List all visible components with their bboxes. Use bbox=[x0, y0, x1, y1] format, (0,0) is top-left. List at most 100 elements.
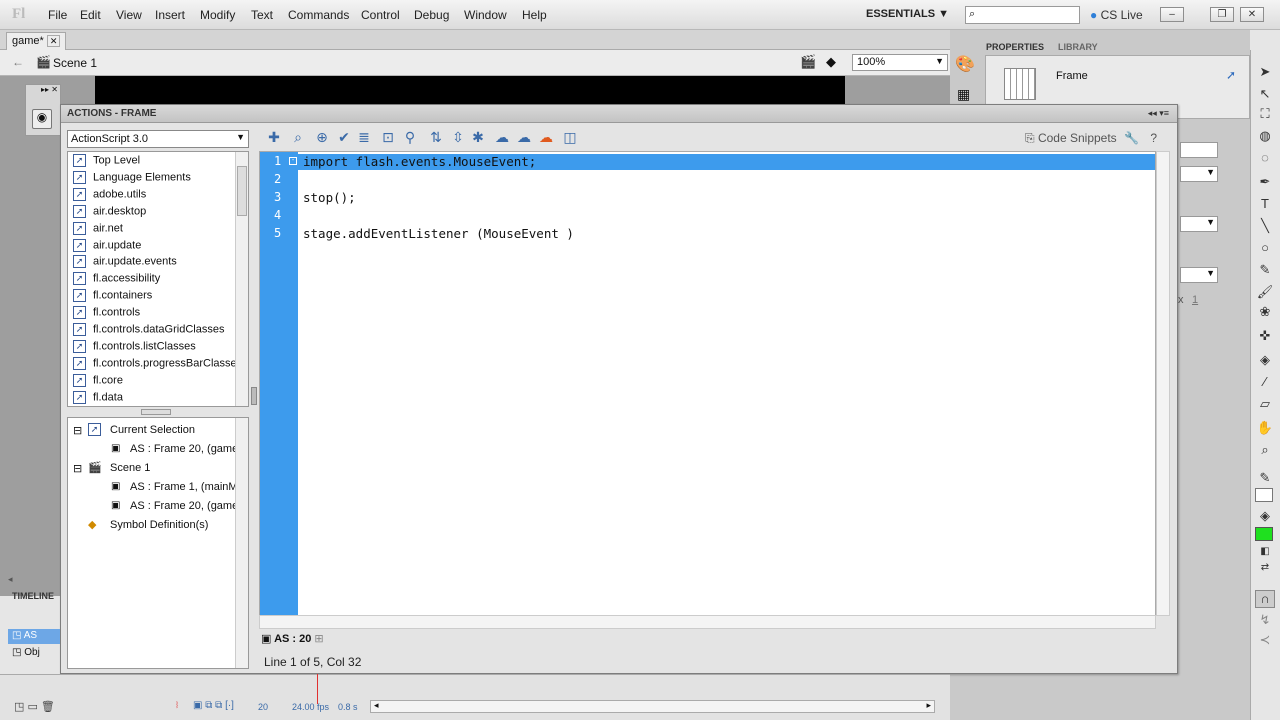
scroll-left-icon[interactable]: ◂ bbox=[8, 574, 13, 585]
pencil-tool-icon[interactable]: ✎ bbox=[1255, 262, 1275, 280]
toolbox-item[interactable]: ➚ air.net bbox=[73, 221, 123, 238]
layer-as[interactable]: ◳ AS bbox=[8, 629, 60, 644]
motion-editor-icon[interactable]: 🎨 bbox=[955, 54, 975, 74]
help-icon[interactable]: ? bbox=[1150, 131, 1157, 145]
nav-scene[interactable]: Scene 1 bbox=[110, 462, 150, 474]
pane-splitter[interactable] bbox=[141, 409, 171, 415]
paint-bucket-icon[interactable]: ◈ bbox=[1255, 352, 1275, 370]
collapse-selection-icon[interactable]: ⇳ bbox=[450, 129, 466, 145]
fill-color-swatch[interactable] bbox=[1255, 527, 1273, 541]
panel-collapse-handle[interactable] bbox=[251, 387, 257, 405]
scene-breadcrumb[interactable]: Scene 1 bbox=[53, 56, 97, 70]
layer-controls[interactable]: ◳ ▭ 🗑 bbox=[14, 700, 55, 713]
tab-properties[interactable]: PROPERTIES bbox=[986, 42, 1044, 52]
toolbox-item[interactable]: ➚ fl.controls bbox=[73, 306, 140, 322]
stroke-color-swatch[interactable] bbox=[1255, 488, 1273, 502]
property-field[interactable] bbox=[1180, 142, 1218, 158]
code-line[interactable]: stage.addEventListener (MouseEvent ) bbox=[303, 226, 574, 241]
line-tool-icon[interactable]: ╲ bbox=[1255, 218, 1275, 236]
menu-text[interactable]: Text bbox=[251, 8, 273, 22]
code-snippets-button[interactable]: ⎘ Code Snippets 🔧 ? bbox=[1025, 131, 1157, 146]
toolbox-item[interactable]: ➚ fl.accessibility bbox=[73, 272, 160, 288]
toolbox-scrollbar[interactable] bbox=[235, 152, 248, 406]
menu-control[interactable]: Control bbox=[361, 8, 400, 22]
toolbox-item[interactable]: ➚ air.update bbox=[73, 238, 141, 255]
editor-vertical-scrollbar[interactable] bbox=[1156, 151, 1170, 616]
swap-colors-icon[interactable]: ⇄ bbox=[1255, 562, 1275, 580]
pin-script-icon[interactable]: ⊞ bbox=[314, 633, 323, 645]
bone-tool-icon[interactable]: ✜ bbox=[1255, 328, 1275, 346]
grid-icon[interactable]: ▦ bbox=[957, 86, 970, 103]
actions-title-bar[interactable]: ACTIONS - FRAME ◂◂ ▾≡ bbox=[61, 105, 1177, 123]
transform-tool-icon[interactable]: ⛶ bbox=[1255, 106, 1275, 124]
property-dropdown[interactable]: ▼ bbox=[1180, 216, 1218, 232]
menu-view[interactable]: View bbox=[116, 8, 142, 22]
stroke-color-icon[interactable]: ✎ bbox=[1255, 470, 1275, 488]
toolbox-item[interactable]: ➚ fl.data bbox=[73, 390, 123, 406]
straighten-icon[interactable]: ≺ bbox=[1255, 632, 1275, 650]
back-arrow-icon[interactable]: ← bbox=[12, 55, 24, 69]
playhead[interactable] bbox=[317, 674, 318, 704]
nav-symbol-definitions[interactable]: Symbol Definition(s) bbox=[110, 519, 208, 531]
menu-debug[interactable]: Debug bbox=[414, 8, 449, 22]
tree-toggle-icon[interactable]: ⊟ bbox=[73, 462, 82, 475]
toolbox-item[interactable]: ➚ air.update.events bbox=[73, 255, 177, 271]
toolbox-item[interactable]: ➚ fl.controls.listClasses bbox=[73, 339, 196, 356]
editor-horizontal-scrollbar[interactable] bbox=[259, 615, 1156, 629]
subselection-tool-icon[interactable]: ↖ bbox=[1255, 86, 1275, 104]
search-input[interactable]: ⌕ bbox=[965, 6, 1080, 24]
edit-scene-icon[interactable]: 🎬 bbox=[800, 54, 816, 70]
nav-current-selection[interactable]: Current Selection bbox=[110, 424, 195, 436]
layer-obj[interactable]: ◳ Obj bbox=[8, 646, 60, 661]
toolbox-item[interactable]: ➚ Language Elements bbox=[73, 170, 191, 187]
onion-skin-icons[interactable]: ▣ ⧉ ⧉ [·] bbox=[193, 700, 234, 711]
insert-target-path-icon[interactable]: ⊕ bbox=[314, 129, 330, 145]
selection-tool-icon[interactable]: ➤ bbox=[1255, 64, 1275, 82]
pen-tool-icon[interactable]: ✒ bbox=[1255, 174, 1275, 192]
fill-color-icon[interactable]: ◈ bbox=[1255, 508, 1275, 526]
apply-block-comment-icon[interactable]: ☁ bbox=[494, 129, 510, 145]
deco-tool-icon[interactable]: ❀ bbox=[1255, 304, 1275, 322]
edit-symbol-icon[interactable]: ◆ bbox=[826, 54, 836, 70]
add-item-icon[interactable]: ✚ bbox=[266, 129, 282, 145]
toolbox-item[interactable]: ➚ air.desktop bbox=[73, 204, 146, 221]
debug-options-icon[interactable]: ⚲ bbox=[402, 129, 418, 145]
menu-edit[interactable]: Edit bbox=[80, 8, 101, 22]
close-icon[interactable]: ▸▸ ✕ bbox=[41, 85, 58, 94]
menu-file[interactable]: File bbox=[48, 8, 67, 22]
script-assist-icon[interactable]: 🔧 bbox=[1124, 131, 1139, 145]
close-icon[interactable]: ✕ bbox=[46, 35, 61, 47]
find-icon[interactable]: ⌕ bbox=[290, 129, 306, 145]
menu-commands[interactable]: Commands bbox=[288, 8, 349, 22]
menu-insert[interactable]: Insert bbox=[155, 8, 185, 22]
workspace-switcher[interactable]: ESSENTIALS ▼ bbox=[866, 8, 949, 20]
oval-tool-icon[interactable]: ○ bbox=[1255, 240, 1275, 258]
toolbox-item[interactable]: ➚ adobe.utils bbox=[73, 187, 146, 204]
close-button[interactable]: ✕ bbox=[1240, 7, 1264, 22]
zoom-tool-icon[interactable]: ⌕ bbox=[1255, 442, 1275, 460]
text-tool-icon[interactable]: T bbox=[1255, 196, 1275, 214]
toolbox-item[interactable]: ➚ fl.containers bbox=[73, 289, 152, 305]
toolbox-item[interactable]: ➚ Top Level bbox=[73, 154, 140, 170]
toolbox-item[interactable]: ➚ fl.core bbox=[73, 373, 123, 390]
3d-rotation-tool-icon[interactable]: ◍ bbox=[1255, 128, 1275, 146]
show-code-hint-icon[interactable]: ⊡ bbox=[380, 129, 396, 145]
property-dropdown[interactable]: ▼ bbox=[1180, 267, 1218, 283]
timeline-horizontal-scrollbar[interactable]: ◂ ▸ bbox=[370, 700, 935, 713]
show-hide-toolbox-icon[interactable]: ◫ bbox=[562, 129, 578, 145]
code-line[interactable]: stop(); bbox=[303, 190, 356, 205]
apply-line-comment-icon[interactable]: ☁ bbox=[516, 129, 532, 145]
property-dropdown[interactable]: ▼ bbox=[1180, 166, 1218, 182]
collapse-between-braces-icon[interactable]: ⇅ bbox=[428, 129, 444, 145]
brush-tool-icon[interactable]: 🖌 bbox=[1255, 284, 1275, 302]
scroll-right-icon[interactable]: ▸ bbox=[926, 700, 931, 711]
stage-canvas[interactable] bbox=[95, 76, 845, 104]
nav-scene-item[interactable]: AS : Frame 20, (game) bbox=[130, 500, 242, 512]
nav-current-item[interactable]: AS : Frame 20, (game) bbox=[130, 443, 242, 455]
zoom-select[interactable]: 100% ▼ bbox=[852, 54, 948, 71]
lasso-tool-icon[interactable]: ◌ bbox=[1255, 150, 1275, 168]
collapse-block-icon[interactable]: - bbox=[289, 157, 297, 165]
code-line[interactable]: import flash.events.MouseEvent; bbox=[303, 154, 536, 169]
navigator-scrollbar[interactable] bbox=[235, 418, 248, 668]
script-tab[interactable]: ▣ AS : 20 ⊞ bbox=[261, 632, 324, 650]
